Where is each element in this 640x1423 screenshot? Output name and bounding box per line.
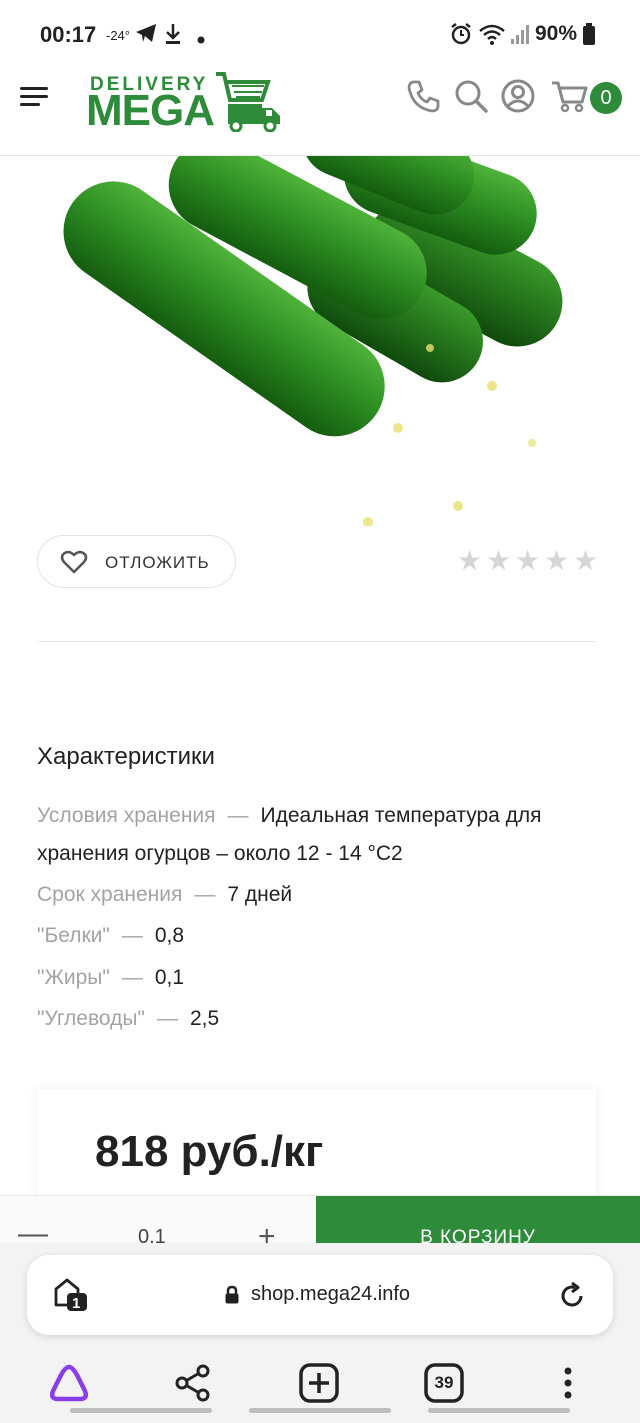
hamburger-menu-button[interactable] [18, 84, 52, 110]
characteristic-dash: — [121, 924, 143, 947]
star-icon[interactable]: ★ [571, 545, 600, 577]
characteristics-title: Характеристики [37, 743, 215, 770]
characteristic-row: "Жиры" — 0,1 [37, 959, 603, 997]
star-icon[interactable]: ★ [455, 545, 484, 577]
quantity-decrease-button[interactable]: — [18, 1219, 48, 1244]
defer-button[interactable]: ОТЛОЖИТЬ [37, 535, 236, 588]
characteristic-row: "Белки" — 0,8 [37, 917, 603, 955]
characteristic-key: "Белки" [37, 924, 110, 947]
characteristic-key: Срок хранения [37, 883, 183, 906]
star-icon[interactable]: ★ [542, 545, 571, 577]
tabs-count-button[interactable]: 39 [424, 1363, 464, 1408]
wifi-icon [478, 22, 506, 51]
characteristic-value: 0,8 [154, 924, 185, 947]
star-icon[interactable]: ★ [484, 545, 513, 577]
url-text[interactable]: shop.mega24.info [251, 1283, 410, 1306]
characteristic-row: Срок хранения — 7 дней [37, 876, 603, 914]
alarm-icon [450, 22, 472, 51]
notification-dot-icon [197, 31, 205, 49]
cart-truck-logo-icon [216, 72, 280, 132]
characteristic-dash: — [227, 804, 249, 827]
telegram-icon [134, 22, 158, 49]
add-to-cart-button[interactable]: В КОРЗИНУ [316, 1196, 640, 1243]
characteristic-value: 0,1 [154, 966, 185, 989]
characteristic-value: 2,5 [189, 1007, 220, 1030]
reload-icon[interactable] [557, 1281, 587, 1316]
section-divider [37, 641, 596, 642]
address-bar[interactable]: 1 shop.mega24.info [27, 1255, 613, 1335]
heart-icon [60, 550, 88, 574]
battery-percent: 90% [535, 22, 578, 45]
status-temperature: -24° [106, 28, 130, 43]
tab-group-count: 1 [72, 1295, 81, 1312]
new-tab-icon[interactable] [299, 1363, 339, 1408]
search-icon[interactable] [453, 78, 489, 114]
defer-button-label: ОТЛОЖИТЬ [105, 553, 210, 572]
add-to-cart-label: В КОРЗИНУ [420, 1227, 536, 1243]
characteristic-dash: — [121, 966, 143, 989]
buy-bar: — 0,1 + В КОРЗИНУ [0, 1195, 640, 1243]
download-icon [163, 22, 183, 51]
characteristic-dash: — [156, 1007, 178, 1030]
share-icon[interactable] [173, 1363, 213, 1408]
logo-mega-text: MEGA [86, 86, 215, 135]
quantity-increase-button[interactable]: + [258, 1220, 276, 1243]
cucumbers-image [63, 156, 563, 526]
tabs-count: 39 [434, 1373, 454, 1392]
gesture-bar [249, 1408, 391, 1413]
characteristic-key: "Жиры" [37, 966, 110, 989]
cart-icon[interactable] [550, 78, 590, 114]
status-time: 00:17 [40, 22, 97, 47]
characteristic-row: "Углеводы" — 2,5 [37, 1000, 603, 1038]
characteristic-key: Условия хранения [37, 804, 216, 827]
characteristic-key: "Углеводы" [37, 1007, 145, 1030]
site-header: DELIVERY MEGA 0 [0, 72, 640, 156]
star-icon[interactable]: ★ [513, 545, 542, 577]
characteristic-dash: — [194, 883, 216, 906]
tab-group-icon[interactable]: 1 [53, 1277, 89, 1318]
product-price: 818 руб./кг [95, 1127, 324, 1176]
product-image[interactable] [0, 156, 640, 526]
alice-assistant-icon[interactable] [48, 1363, 90, 1408]
rating-stars[interactable]: ★ ★ ★ ★ ★ [455, 545, 600, 577]
characteristic-value: 7 дней [227, 883, 293, 906]
lock-icon [224, 1285, 240, 1310]
gesture-bar [428, 1408, 570, 1413]
characteristic-row: Условия хранения — Идеальная температура д… [37, 797, 603, 873]
more-menu-icon[interactable] [560, 1363, 576, 1408]
battery-icon [582, 22, 596, 51]
signal-icon [510, 22, 530, 51]
phone-icon[interactable] [405, 78, 441, 114]
account-icon[interactable] [500, 78, 536, 114]
gesture-bar [70, 1408, 212, 1413]
browser-bottom-bar: 1 shop.mega24.info 39 [0, 1243, 640, 1423]
site-logo[interactable]: DELIVERY MEGA [86, 72, 286, 138]
status-bar: 00:17 -24° 90% [0, 0, 640, 72]
quantity-value[interactable]: 0,1 [138, 1226, 166, 1243]
cart-count-badge[interactable]: 0 [590, 82, 622, 114]
